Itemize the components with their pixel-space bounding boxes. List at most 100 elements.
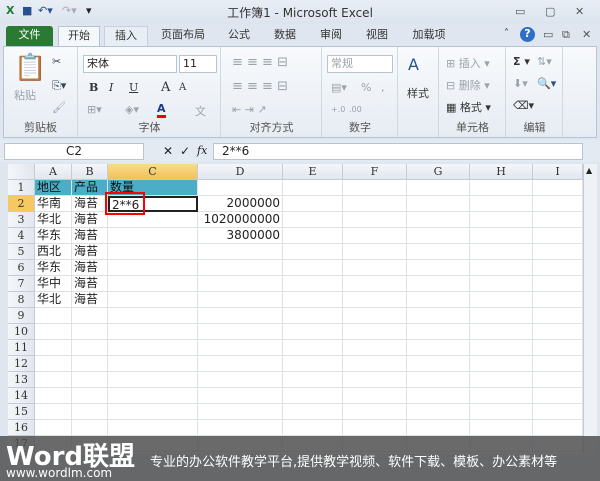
- cell-f2[interactable]: [343, 196, 407, 212]
- cancel-formula-button[interactable]: ✕: [163, 144, 173, 158]
- cell-c5[interactable]: [108, 244, 198, 260]
- cell-g16[interactable]: [407, 420, 470, 436]
- cell-d14[interactable]: [198, 388, 283, 404]
- cell-d8[interactable]: [198, 292, 283, 308]
- cell-i9[interactable]: [533, 308, 583, 324]
- cell-a14[interactable]: [35, 388, 72, 404]
- cell-h8[interactable]: [470, 292, 533, 308]
- cell-c12[interactable]: [108, 356, 198, 372]
- tab-review[interactable]: 审阅: [314, 26, 348, 46]
- cell-f9[interactable]: [343, 308, 407, 324]
- row-header-6[interactable]: 6: [8, 260, 35, 276]
- cell-b4[interactable]: 海苔: [72, 228, 108, 244]
- row-header-7[interactable]: 7: [8, 276, 35, 292]
- cell-b2[interactable]: 海苔: [72, 196, 108, 212]
- workbook-restore-icon[interactable]: ⧉: [562, 28, 570, 42]
- cell-a15[interactable]: [35, 404, 72, 420]
- cell-b8[interactable]: 海苔: [72, 292, 108, 308]
- cell-b10[interactable]: [72, 324, 108, 340]
- cell-f1[interactable]: [343, 180, 407, 196]
- cell-e7[interactable]: [283, 276, 343, 292]
- row-header-10[interactable]: 10: [8, 324, 35, 340]
- format-painter-icon[interactable]: 🖌: [52, 101, 66, 114]
- cell-a2[interactable]: 华南: [35, 196, 72, 212]
- cell-i7[interactable]: [533, 276, 583, 292]
- row-header-16[interactable]: 16: [8, 420, 35, 436]
- delete-cells-button[interactable]: ⊟ 删除 ▾: [446, 77, 490, 93]
- insert-cells-button[interactable]: ⊞ 插入 ▾: [446, 55, 490, 71]
- enter-formula-button[interactable]: ✓: [180, 144, 190, 158]
- row-header-5[interactable]: 5: [8, 244, 35, 260]
- cell-e16[interactable]: [283, 420, 343, 436]
- row-header-11[interactable]: 11: [8, 340, 35, 356]
- styles-button[interactable]: 样式: [407, 85, 429, 101]
- cell-a8[interactable]: 华北: [35, 292, 72, 308]
- phonetic-button[interactable]: 文: [195, 103, 206, 119]
- workbook-close-icon[interactable]: ✕: [582, 28, 591, 41]
- cell-f8[interactable]: [343, 292, 407, 308]
- cell-a9[interactable]: [35, 308, 72, 324]
- cell-e6[interactable]: [283, 260, 343, 276]
- cell-b12[interactable]: [72, 356, 108, 372]
- cell-h1[interactable]: [470, 180, 533, 196]
- row-header-9[interactable]: 9: [8, 308, 35, 324]
- cell-b9[interactable]: [72, 308, 108, 324]
- cell-f14[interactable]: [343, 388, 407, 404]
- cell-a4[interactable]: 华东: [35, 228, 72, 244]
- cell-d13[interactable]: [198, 372, 283, 388]
- column-header-h[interactable]: H: [470, 164, 533, 180]
- cell-g3[interactable]: [407, 212, 470, 228]
- cell-f10[interactable]: [343, 324, 407, 340]
- close-button[interactable]: ✕: [575, 5, 584, 18]
- worksheet-grid[interactable]: A B C D E F G H I 1 地区 产品 数量 2 华南 海苔 2**6 2000000 3 华北 海苔 102…: [8, 164, 597, 454]
- sort-filter-icon[interactable]: ⇅▾: [537, 55, 552, 68]
- find-select-icon[interactable]: 🔍▾: [537, 77, 556, 90]
- column-header-d[interactable]: D: [198, 164, 283, 180]
- cell-b5[interactable]: 海苔: [72, 244, 108, 260]
- cell-f13[interactable]: [343, 372, 407, 388]
- column-header-e[interactable]: E: [283, 164, 343, 180]
- cell-c4[interactable]: [108, 228, 198, 244]
- column-header-g[interactable]: G: [407, 164, 470, 180]
- clear-icon[interactable]: ⌫▾: [513, 99, 534, 112]
- underline-button[interactable]: U: [129, 81, 138, 94]
- tab-page-layout[interactable]: 页面布局: [158, 26, 208, 46]
- column-header-f[interactable]: F: [343, 164, 407, 180]
- cell-c6[interactable]: [108, 260, 198, 276]
- cell-c8[interactable]: [108, 292, 198, 308]
- fill-color-icon[interactable]: ◈▾: [125, 103, 139, 116]
- cell-c15[interactable]: [108, 404, 198, 420]
- cell-f3[interactable]: [343, 212, 407, 228]
- cell-b1[interactable]: 产品: [72, 180, 108, 196]
- cell-d10[interactable]: [198, 324, 283, 340]
- cell-i6[interactable]: [533, 260, 583, 276]
- cell-i2[interactable]: [533, 196, 583, 212]
- row-header-8[interactable]: 8: [8, 292, 35, 308]
- row-header-15[interactable]: 15: [8, 404, 35, 420]
- cell-h6[interactable]: [470, 260, 533, 276]
- shrink-font-button[interactable]: A: [179, 82, 186, 93]
- copy-icon[interactable]: ⎘▾: [52, 79, 66, 93]
- fill-icon[interactable]: ⬇▾: [513, 77, 528, 90]
- cell-e10[interactable]: [283, 324, 343, 340]
- collapse-ribbon-icon[interactable]: ˄: [504, 28, 509, 39]
- cell-g12[interactable]: [407, 356, 470, 372]
- cell-e8[interactable]: [283, 292, 343, 308]
- borders-icon[interactable]: ⊞▾: [87, 103, 102, 116]
- cell-h11[interactable]: [470, 340, 533, 356]
- autosum-button[interactable]: Σ ▾: [513, 55, 530, 68]
- cell-b6[interactable]: 海苔: [72, 260, 108, 276]
- cell-e9[interactable]: [283, 308, 343, 324]
- paste-button[interactable]: 粘贴: [14, 87, 36, 103]
- cell-f5[interactable]: [343, 244, 407, 260]
- cell-d2[interactable]: 2000000: [198, 196, 283, 212]
- cell-c16[interactable]: [108, 420, 198, 436]
- cell-d7[interactable]: [198, 276, 283, 292]
- cell-a12[interactable]: [35, 356, 72, 372]
- cell-d3[interactable]: 1020000000: [198, 212, 283, 228]
- row-header-4[interactable]: 4: [8, 228, 35, 244]
- cell-e12[interactable]: [283, 356, 343, 372]
- cell-i12[interactable]: [533, 356, 583, 372]
- cell-h16[interactable]: [470, 420, 533, 436]
- cell-h5[interactable]: [470, 244, 533, 260]
